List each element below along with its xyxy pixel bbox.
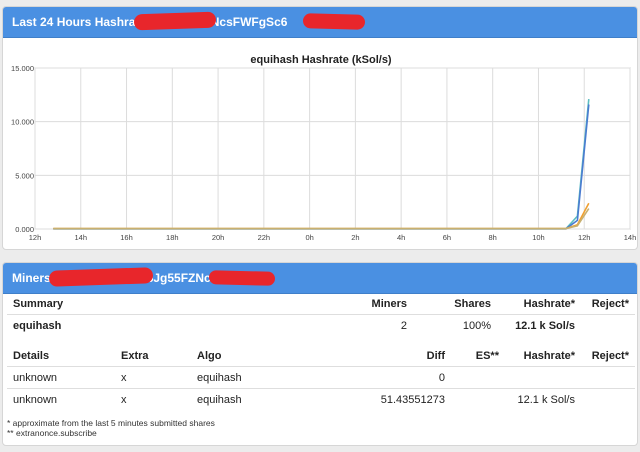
miners-panel: Miners: 5Jg55FZNcsFWg Summary Miners Shar… [2,262,638,446]
x-tick-label: 4h [397,233,405,242]
x-tick-label: 20h [212,233,225,242]
worker-reject [581,366,635,389]
x-tick-label: 6h [443,233,451,242]
plot-area [34,67,631,230]
extra-header: Extra [121,349,149,362]
summary-miners: 2 [307,314,413,336]
worker-hashrate: 12.1 k Sol/s [505,388,581,410]
footnote-approximate: * approximate from the last 5 minutes su… [7,418,215,428]
es-header: ES** [475,349,499,362]
x-tick-label: 0h [305,233,313,242]
details-table: Details Extra Algo Diff ES** Hashrate* R… [7,345,635,410]
hashrate-header: Hashrate* [523,297,575,310]
worker-hashrate [505,366,581,389]
worker-details: unknown [7,388,115,410]
hashrate-chart: equihash Hashrate (kSol/s) 12h 14h 16h 18h 2… [11,54,637,242]
worker-es [451,388,505,410]
summary-algo[interactable]: equihash [7,314,307,336]
miners-header: Miners [371,297,407,310]
diff-header: Diff [426,349,445,362]
x-tick-label: 14h [75,233,88,242]
x-tick-label: 10h [532,233,545,242]
y-tick-label: 10.000 [11,118,34,127]
y-tick-label: 15.000 [11,64,34,73]
miners-panel-header: Miners: 5Jg55FZNcsFWg [3,263,637,294]
table-row: equihash 2 100% 12.1 k Sol/s [7,314,635,336]
reject-header: Reject* [591,349,629,362]
table-row: unknown x equihash 0 [7,366,635,389]
x-tick-label: 12h [29,233,42,242]
worker-diff: 51.43551273 [309,388,451,410]
summary-shares: 100% [413,314,497,336]
shares-header: Shares [454,297,491,310]
chart-title: equihash Hashrate (kSol/s) [250,54,392,66]
summary-hashrate: 12.1 k Sol/s [497,314,581,336]
worker-extra: x [115,366,191,389]
footnote-extranonce: ** extranonce.subscribe [7,428,97,438]
redaction-mark [208,270,276,286]
hashrate-panel-title: Last 24 Hours Hashrate: [12,15,151,29]
x-tick-label: 18h [166,233,179,242]
summary-table: Summary Miners Shares Hashrate* Reject* … [7,293,635,336]
worker-es [451,366,505,389]
reject-header: Reject* [591,297,629,310]
worker-reject [581,388,635,410]
y-tick-label: 5.000 [15,171,34,180]
summary-reject [581,314,635,336]
hashrate-header: Hashrate* [523,349,575,362]
x-tick-label: 12h [578,233,591,242]
x-tick-label: 14h [624,233,637,242]
worker-extra: x [115,388,191,410]
worker-algo: equihash [191,388,309,410]
y-tick-label: 0.000 [15,225,34,234]
x-tick-label: 8h [489,233,497,242]
redaction-mark [48,267,154,287]
details-header: Details [13,349,50,362]
hashrate-panel-header: Last 24 Hours Hashrate: t5Jg55FZNcsFWFgSc… [3,7,637,38]
table-row: unknown x equihash 51.43551273 12.1 k So… [7,388,635,410]
worker-diff: 0 [309,366,451,389]
redaction-mark [133,11,217,31]
redaction-mark [302,13,366,30]
x-tick-label: 22h [258,233,271,242]
x-tick-label: 2h [351,233,359,242]
x-tick-label: 16h [120,233,133,242]
worker-details: unknown [7,366,115,389]
summary-header: Summary [13,297,64,310]
hashrate-panel: Last 24 Hours Hashrate: t5Jg55FZNcsFWFgSc… [2,6,638,250]
algo-header: Algo [197,349,222,362]
worker-algo: equihash [191,366,309,389]
